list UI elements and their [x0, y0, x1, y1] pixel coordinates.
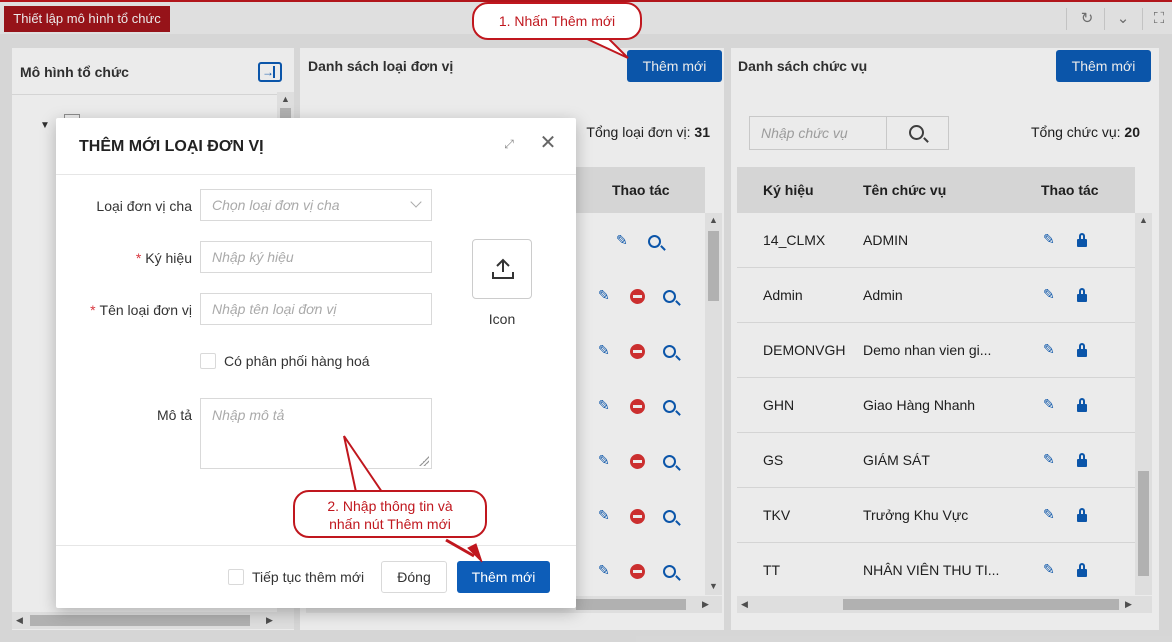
step2-text-line1: 2. Nhập thông tin và — [327, 498, 453, 514]
step1-callout: 1. Nhấn Thêm mới — [472, 2, 642, 40]
callout-pointers — [343, 34, 629, 563]
step2-text-line2: nhấn nút Thêm mới — [329, 516, 451, 532]
step1-text: 1. Nhấn Thêm mới — [498, 13, 616, 29]
step2-callout: 2. Nhập thông tin và nhấn nút Thêm mới — [293, 490, 487, 538]
